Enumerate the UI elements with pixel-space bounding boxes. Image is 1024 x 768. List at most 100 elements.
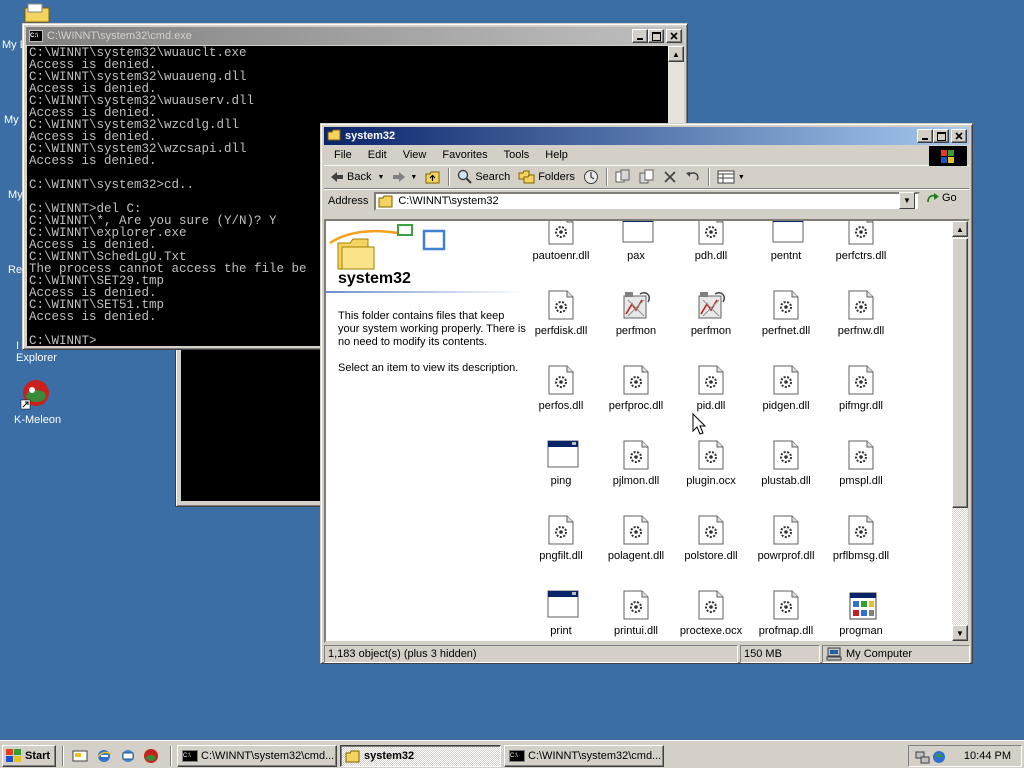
file-item[interactable]: pid.dll <box>672 365 750 412</box>
menu-view[interactable]: View <box>395 149 435 161</box>
file-item[interactable]: powrprof.dll <box>747 515 825 562</box>
menu-tools[interactable]: Tools <box>496 149 538 161</box>
menu-favorites[interactable]: Favorites <box>434 149 495 161</box>
close-button[interactable] <box>951 129 967 143</box>
file-item[interactable]: perfctrs.dll <box>822 221 900 262</box>
windows-update-icon[interactable] <box>931 749 947 765</box>
search-button[interactable]: Search <box>453 166 514 188</box>
file-item[interactable]: proctexe.ocx <box>672 590 750 637</box>
file-item[interactable]: plugin.ocx <box>672 440 750 487</box>
performance-monitor-icon <box>622 290 651 320</box>
performance-monitor-icon <box>697 290 726 320</box>
file-item[interactable]: printui.dll <box>597 590 675 637</box>
menu-bar: File Edit View Favorites Tools Help <box>324 145 969 166</box>
address-dropdown-button[interactable]: ▼ <box>899 192 915 209</box>
chevron-down-icon[interactable]: ▼ <box>738 174 745 181</box>
standard-toolbar: Back ▼ ▼ Search Folders ▼ <box>324 165 969 189</box>
file-item[interactable]: profmap.dll <box>747 590 825 637</box>
copy-to-button[interactable] <box>635 166 659 188</box>
file-item[interactable]: perfmon <box>597 290 675 337</box>
file-item[interactable]: pdh.dll <box>672 221 750 262</box>
network-icon[interactable] <box>915 749 931 765</box>
minimize-button[interactable] <box>632 29 648 43</box>
history-button[interactable] <box>579 166 603 188</box>
file-item[interactable]: prflbmsg.dll <box>822 515 900 562</box>
file-list: pautoenr.dll pax pdh.dll pentnt perfctrs.dll… <box>522 221 952 641</box>
up-folder-icon <box>425 171 440 184</box>
quicklaunch-outlook-express[interactable] <box>120 748 136 767</box>
k-meleon-icon[interactable] <box>20 378 52 410</box>
file-item[interactable]: polagent.dll <box>597 515 675 562</box>
file-item[interactable]: progman <box>822 590 900 637</box>
file-name: progman <box>839 625 883 637</box>
file-item[interactable]: pidgen.dll <box>747 365 825 412</box>
file-name: pifmgr.dll <box>838 400 884 412</box>
taskbar-button-cmd-2[interactable]: C:\ C:\WINNT\system32\cmd... <box>504 745 664 767</box>
start-button[interactable]: Start <box>2 745 56 767</box>
explorer-titlebar[interactable]: system32 <box>324 127 969 145</box>
taskbar-button-system32[interactable]: system32 <box>340 745 501 767</box>
file-item[interactable]: pjlmon.dll <box>597 440 675 487</box>
move-to-button[interactable] <box>611 166 635 188</box>
close-button[interactable] <box>666 29 682 43</box>
file-item[interactable]: perfmon <box>672 290 750 337</box>
desktop-icon-label-prefix: I <box>16 340 20 352</box>
desktop-icon-label: My <box>8 189 23 201</box>
show-desktop-icon <box>72 750 88 762</box>
my-documents-icon[interactable] <box>22 2 52 24</box>
file-name: pax <box>627 250 645 262</box>
scroll-up-button[interactable]: ▲ <box>668 46 684 62</box>
chevron-down-icon[interactable]: ▼ <box>377 174 384 181</box>
maximize-button[interactable] <box>648 29 664 43</box>
folder-icon <box>327 129 341 144</box>
folder-view[interactable]: system32 This folder contains files that… <box>324 219 970 643</box>
scroll-up-button[interactable]: ▲ <box>952 221 968 237</box>
forward-button[interactable]: ▼ <box>388 166 421 188</box>
up-folder-button[interactable] <box>421 166 445 188</box>
file-item[interactable]: perfdisk.dll <box>522 290 600 337</box>
back-button[interactable]: Back ▼ <box>326 166 388 188</box>
menu-help[interactable]: Help <box>537 149 576 161</box>
file-item[interactable]: perfnet.dll <box>747 290 825 337</box>
cmd-titlebar[interactable]: C:\ C:\WINNT\system32\cmd.exe <box>26 27 684 45</box>
file-item[interactable]: perfos.dll <box>522 365 600 412</box>
file-item[interactable]: ping <box>522 440 600 487</box>
file-item[interactable]: perfnw.dll <box>822 290 900 337</box>
file-item[interactable]: plustab.dll <box>747 440 825 487</box>
undo-button[interactable] <box>681 166 705 188</box>
file-item[interactable]: pentnt <box>747 221 825 262</box>
file-item[interactable]: perfproc.dll <box>597 365 675 412</box>
copy-to-icon <box>639 169 654 184</box>
minimize-button[interactable] <box>917 129 933 143</box>
file-item[interactable]: pifmgr.dll <box>822 365 900 412</box>
clock[interactable]: 10:44 PM <box>964 750 1011 762</box>
file-item[interactable]: polstore.dll <box>672 515 750 562</box>
folders-button[interactable]: Folders <box>514 166 579 188</box>
scroll-down-button[interactable]: ▼ <box>952 625 968 641</box>
views-button[interactable]: ▼ <box>713 166 749 188</box>
toolbar-separator <box>605 168 608 186</box>
history-icon <box>583 170 598 184</box>
dll-file-icon <box>547 365 575 395</box>
quicklaunch-k-meleon[interactable] <box>143 748 159 767</box>
file-item[interactable]: pautoenr.dll <box>522 221 600 262</box>
menu-file[interactable]: File <box>326 149 360 161</box>
menu-edit[interactable]: Edit <box>360 149 395 161</box>
scroll-thumb[interactable] <box>952 238 968 508</box>
quicklaunch-internet-explorer[interactable] <box>96 748 112 767</box>
file-name: pjlmon.dll <box>612 475 660 487</box>
chevron-down-icon[interactable]: ▼ <box>410 174 417 181</box>
file-item[interactable]: print <box>522 590 600 637</box>
delete-button[interactable] <box>659 166 681 188</box>
file-item[interactable]: pngfilt.dll <box>522 515 600 562</box>
address-field[interactable]: C:\WINNT\system32 ▼ <box>374 191 921 211</box>
folder-vertical-scrollbar[interactable]: ▲ ▼ <box>952 221 968 641</box>
maximize-button[interactable] <box>933 129 949 143</box>
quicklaunch-show-desktop[interactable] <box>72 748 88 767</box>
background-cmd-console <box>181 344 324 501</box>
go-button[interactable]: Go <box>926 192 957 204</box>
status-zone-label: My Computer <box>846 648 913 660</box>
file-item[interactable]: pax <box>597 221 675 262</box>
taskbar-button-cmd[interactable]: C:\ C:\WINNT\system32\cmd... <box>177 745 337 767</box>
file-item[interactable]: pmspl.dll <box>822 440 900 487</box>
